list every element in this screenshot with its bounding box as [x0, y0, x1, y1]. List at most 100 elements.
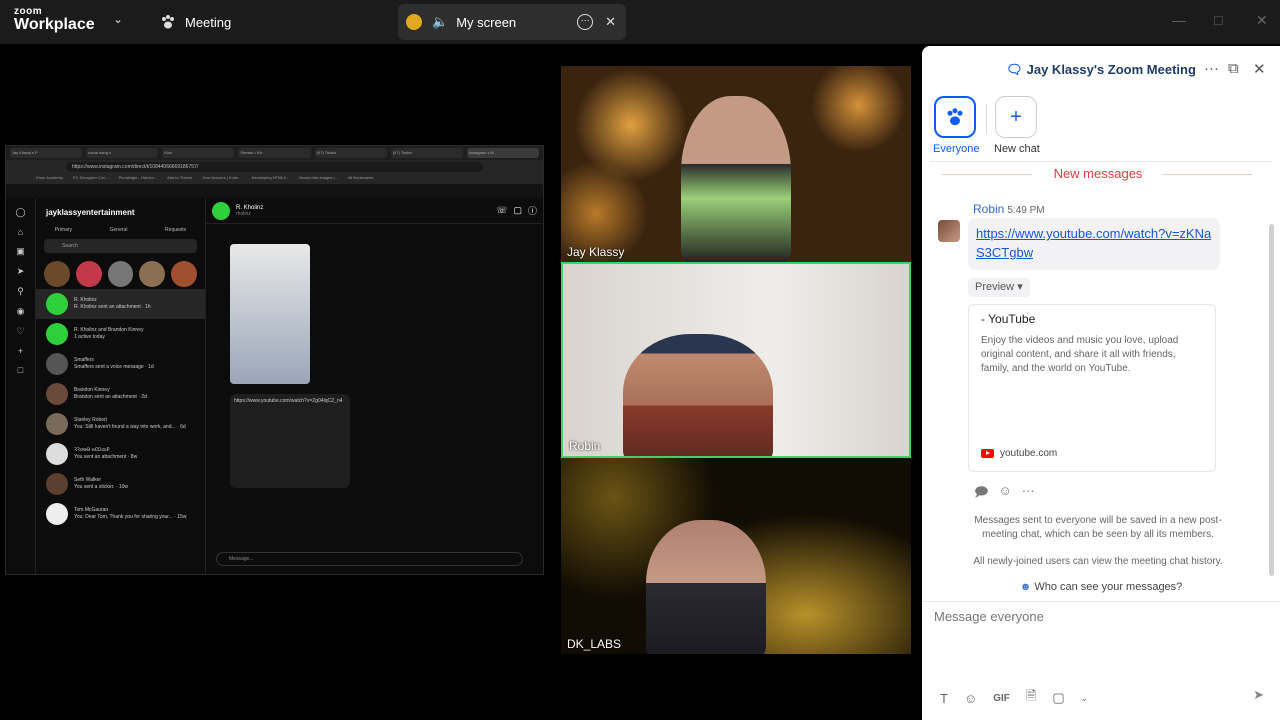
note-avatar[interactable]	[44, 261, 70, 287]
chat-message-input[interactable]	[934, 609, 1254, 624]
avatar[interactable]	[212, 201, 230, 220]
close-icon[interactable]: ✕	[605, 14, 616, 30]
sender-name[interactable]: Robin	[973, 202, 1004, 216]
chat-notice: All newly-joined users can view the meet…	[973, 556, 1223, 567]
browser-tab[interactable]: Instagram • M	[466, 148, 539, 158]
close-icon[interactable]: ✕	[1253, 60, 1266, 78]
gif-icon[interactable]: GIF	[993, 693, 1010, 704]
logo-bottom: Workplace	[14, 16, 95, 33]
bookmark[interactable]: Add to Theme	[167, 175, 192, 183]
phone-icon[interactable]: ☏	[496, 205, 507, 216]
note-avatar[interactable]	[107, 261, 134, 287]
meeting-tab-label: Meeting	[185, 14, 232, 30]
list-item[interactable]: Stanley Robert You: Still haven't found a…	[36, 409, 205, 439]
chat-header: R. Kholinz rholinz ☏ ▢ ⓘ	[206, 198, 543, 224]
scrollbar[interactable]	[1269, 224, 1274, 576]
reels-icon[interactable]: ▣	[6, 246, 35, 257]
participant-video	[646, 520, 766, 654]
message-link[interactable]: https://www.youtube.com/watch?v=zKNaS3CT…	[976, 226, 1211, 260]
new-chat-button[interactable]: +	[995, 96, 1037, 138]
video-tile[interactable]: Jay Klassy	[561, 66, 911, 262]
minimize-icon[interactable]: —	[1172, 12, 1186, 28]
message-time: 5:49 PM	[1007, 205, 1045, 216]
browser-tab[interactable]: (97) Twitch	[314, 148, 387, 158]
list-item[interactable]: Smaffers Smaffers sent a voice message · …	[36, 349, 205, 379]
chat-handle: rholinz	[236, 210, 251, 217]
meeting-tab[interactable]: Meeting	[160, 0, 231, 44]
emoji-icon[interactable]: ☺	[964, 691, 977, 706]
chevron-down-icon[interactable]: ⌄	[1081, 693, 1089, 704]
instagram-username[interactable]: jayklassyentertainment	[36, 198, 205, 223]
shared-link-message[interactable]: https://www.youtube.com/watch?v=Zg04lqCZ…	[230, 394, 350, 488]
participant-name: DK_LABS	[567, 637, 622, 651]
bookmark[interactable]: Khan Academy	[36, 175, 63, 183]
more-icon[interactable]: ···	[1022, 483, 1035, 505]
zoom-logo[interactable]: zoom Workplace	[14, 7, 95, 33]
shared-image[interactable]	[230, 244, 310, 384]
video-tile[interactable]: DK_LABS	[561, 458, 911, 654]
conversation-text: Stanley Robert You: Still haven't found a…	[74, 417, 186, 432]
conversation-text: ꝚꝚꝍꝋꝊ ꝋꝎꝏꝐ You sent an attachment · 8w	[74, 447, 137, 462]
conversation-name: R. Kholinz and Brandon Kinney	[74, 326, 144, 333]
screenshot-icon[interactable]: ▢	[1052, 690, 1064, 706]
filter-tab[interactable]: Primary	[55, 227, 72, 233]
file-icon[interactable]: 🗎	[1026, 687, 1036, 709]
note-avatar[interactable]	[171, 261, 197, 287]
format-text-icon[interactable]: T	[940, 691, 948, 706]
chat-everyone-button[interactable]	[934, 96, 976, 138]
create-icon[interactable]: +	[6, 346, 35, 356]
browser-tab[interactable]: Stream • Kic	[238, 148, 311, 158]
browser-tab[interactable]: (97) Twitch	[390, 148, 463, 158]
window-close-icon[interactable]: ✕	[1256, 12, 1268, 29]
link-preview-card[interactable]: - YouTube Enjoy the videos and music you…	[968, 304, 1216, 472]
shared-screen[interactable]: Jay Klassy's P come hang o Kick Stream •…	[5, 145, 544, 575]
list-item[interactable]: R. Kholinz R. Kholinz sent an attachment …	[36, 289, 205, 319]
bookmark[interactable]: Developing HTML5...	[252, 175, 290, 183]
avatar[interactable]	[938, 220, 960, 242]
speaker-icon[interactable]: 🔈	[432, 14, 448, 30]
more-options-icon[interactable]: ···	[1204, 60, 1219, 77]
list-item[interactable]: R. Kholinz and Brandon Kinney 1 active to…	[36, 319, 205, 349]
chevron-down-icon[interactable]: ⌄	[113, 12, 123, 26]
url-text[interactable]: https://www.instagram.com/direct/t/10844…	[66, 162, 483, 172]
instagram-message-input[interactable]: Message...	[216, 552, 523, 566]
pop-out-icon[interactable]: ⧉	[1228, 60, 1239, 77]
instagram-icon[interactable]: ◯	[6, 207, 35, 218]
add-reaction-icon[interactable]: ☺	[998, 483, 1011, 505]
note-avatar[interactable]	[75, 261, 102, 287]
list-item[interactable]: Tom McGauran You: Dear Tom, Thank you for…	[36, 499, 205, 529]
bookmark[interactable]: All Bookmarks	[348, 175, 374, 183]
bookmark[interactable]: Pluralsight - Hardco...	[119, 175, 157, 183]
bookmark[interactable]: Your Account | Kube...	[202, 175, 241, 183]
browser-tab[interactable]: Jay Klassy's P	[10, 148, 83, 158]
explore-icon[interactable]: ➤	[6, 266, 35, 277]
compass-icon[interactable]: ◉	[6, 306, 35, 317]
filter-tab[interactable]: General	[110, 227, 128, 233]
conversation-name: Seth Walker	[74, 476, 102, 483]
video-icon[interactable]: ▢	[513, 205, 522, 216]
send-icon[interactable]: ➤	[1253, 687, 1264, 703]
who-can-see-link[interactable]: ☻ Who can see your messages?	[922, 581, 1280, 593]
preview-toggle[interactable]: Preview ▾	[968, 278, 1030, 297]
more-options-icon[interactable]: ···	[577, 14, 594, 30]
my-screen-tab[interactable]: 🔈 My screen ··· ✕	[398, 4, 626, 40]
video-tile-active-speaker[interactable]: Robin	[561, 262, 911, 458]
home-icon[interactable]: ⌂	[6, 227, 35, 237]
info-icon[interactable]: ⓘ	[528, 204, 537, 217]
search-icon[interactable]: ⚲	[6, 286, 35, 297]
instagram-search-input[interactable]: Search	[44, 239, 197, 253]
messages-icon[interactable]: □	[6, 365, 35, 375]
bookmark[interactable]: PC Decrypter Con...	[73, 175, 109, 183]
list-item[interactable]: Seth Walker You sent a sticker. · 10w	[36, 469, 205, 499]
reply-icon[interactable]: 🗩	[974, 483, 988, 505]
note-avatar[interactable]	[139, 261, 166, 287]
bookmark[interactable]: Mount disk images i...	[299, 175, 338, 183]
chat-name[interactable]: R. Kholinz	[236, 205, 263, 211]
list-item[interactable]: ꝚꝚꝍꝋꝊ ꝋꝎꝏꝐ You sent an attachment · 8w	[36, 439, 205, 469]
list-item[interactable]: Brandon Kinney Brandon sent an attachment…	[36, 379, 205, 409]
filter-tab[interactable]: Requests	[165, 227, 186, 233]
maximize-icon[interactable]: □	[1214, 12, 1222, 28]
browser-tab[interactable]: Kick	[162, 148, 235, 158]
browser-tab[interactable]: come hang o	[86, 148, 159, 158]
heart-icon[interactable]: ♡	[6, 326, 35, 337]
